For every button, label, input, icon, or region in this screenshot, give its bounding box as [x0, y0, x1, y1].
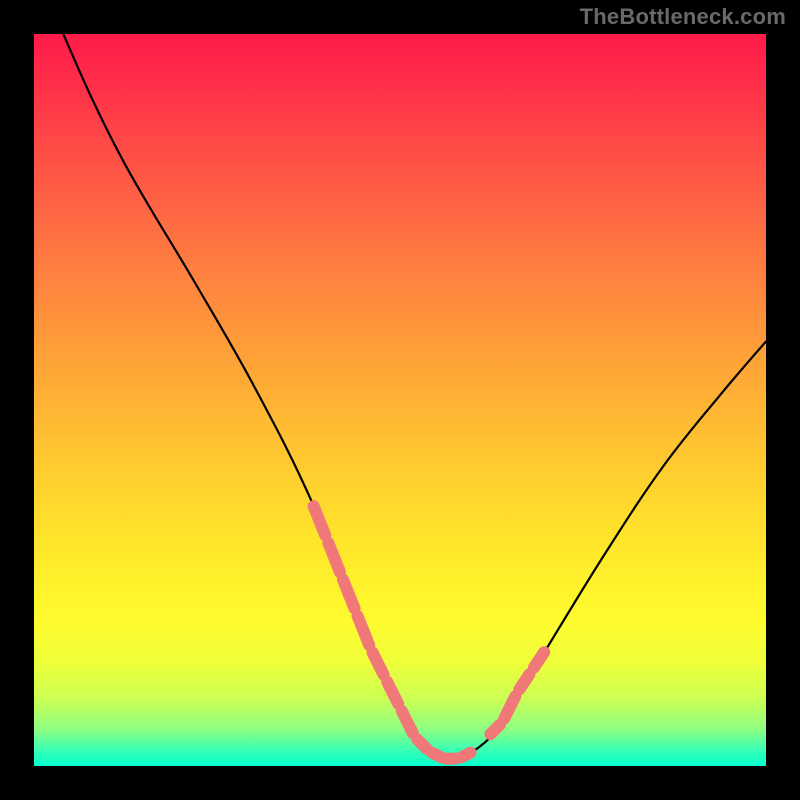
highlight-dash	[328, 543, 340, 572]
highlight-dash	[343, 579, 355, 608]
highlight-dash	[387, 682, 398, 704]
highlight-dash	[519, 674, 529, 689]
chart-svg	[34, 34, 766, 766]
chart-frame: TheBottleneck.com	[0, 0, 800, 800]
highlight-dash	[314, 506, 326, 535]
highlight-dashes	[314, 506, 545, 758]
highlight-dash	[358, 616, 370, 645]
bottleneck-curve	[63, 34, 766, 759]
attribution-text: TheBottleneck.com	[580, 4, 786, 30]
highlight-dash	[461, 753, 470, 758]
highlight-dash	[432, 753, 441, 758]
highlight-dash	[534, 652, 544, 667]
highlight-dash	[417, 739, 426, 748]
plot-gradient-area	[34, 34, 766, 766]
highlight-dash	[373, 652, 384, 674]
highlight-dash	[490, 725, 499, 734]
highlight-dash	[504, 696, 515, 718]
highlight-dash	[402, 711, 413, 733]
